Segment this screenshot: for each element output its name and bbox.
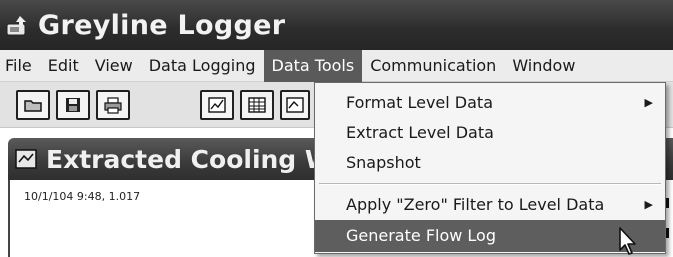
menu-item-extract-level-data[interactable]: Extract Level Data [315,117,665,149]
data-tools-dropdown: Format Level Data ▶ Extract Level Data S… [314,82,666,254]
menu-item-apply-zero-filter[interactable]: Apply "Zero" Filter to Level Data ▶ [315,189,665,221]
menu-item-generate-flow-log[interactable]: Generate Flow Log [315,220,665,252]
app-title-bar: Greyline Logger [0,0,673,50]
mouse-cursor-icon [619,227,636,255]
save-button[interactable] [56,90,90,120]
open-folder-icon [24,100,42,112]
menu-window[interactable]: Window [504,50,583,82]
menu-item-label: Snapshot [346,153,421,172]
menu-item-format-level-data[interactable]: Format Level Data ▶ [315,87,665,119]
menu-file[interactable]: File [0,50,40,82]
data-icon [286,97,304,113]
menu-data-logging[interactable]: Data Logging [141,50,264,82]
data-button[interactable] [280,90,310,120]
chart-icon [208,97,226,113]
menu-item-label: Apply "Zero" Filter to Level Data [346,195,605,214]
menu-item-label: Extract Level Data [346,123,494,142]
menu-edit[interactable]: Edit [40,50,87,82]
chart-button[interactable] [200,90,234,120]
app-icon [6,16,26,36]
menu-communication[interactable]: Communication [362,50,504,82]
submenu-arrow-icon: ▶ [644,96,653,109]
data-record-text: 10/1/104 9:48, 1.017 [24,190,141,203]
menu-item-label: Format Level Data [346,93,493,112]
table-grid-icon [248,97,266,113]
save-disk-icon [66,98,80,112]
print-icon [104,97,122,114]
menu-data-tools[interactable]: Data Tools [263,49,363,82]
table-button[interactable] [240,90,274,120]
menu-item-snapshot[interactable]: Snapshot [315,147,665,179]
open-button[interactable] [16,90,50,120]
submenu-arrow-icon: ▶ [644,198,653,211]
menu-view[interactable]: View [87,50,141,82]
print-button[interactable] [96,90,130,120]
app-title: Greyline Logger [38,9,286,41]
menu-item-label: Generate Flow Log [346,226,496,245]
menu-bar: File Edit View Data Logging Data Tools C… [0,49,673,82]
menu-separator [319,183,661,185]
child-window-title: Extracted Cooling W [46,144,333,174]
window-icon [15,149,37,169]
